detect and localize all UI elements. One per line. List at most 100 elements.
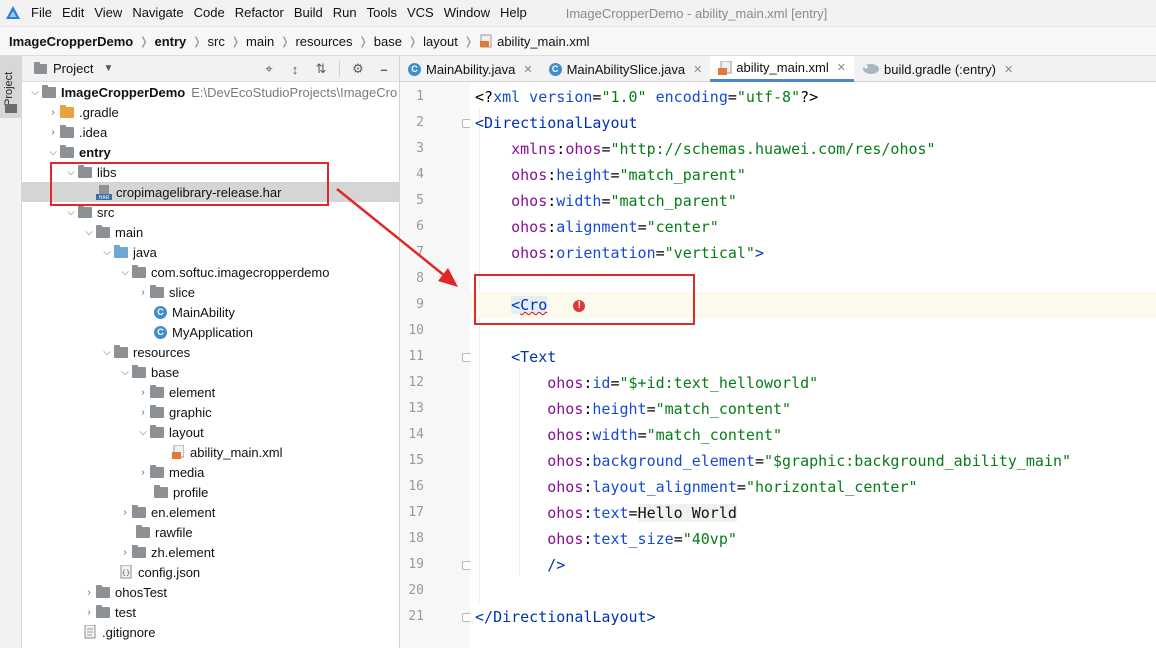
menu-view[interactable]: View — [89, 0, 127, 26]
xml-file-icon — [480, 34, 492, 48]
project-view-selector[interactable]: Project ▼ — [34, 61, 113, 76]
tree-item-slice[interactable]: › slice — [22, 282, 399, 302]
chevron-right-icon[interactable]: › — [46, 102, 60, 122]
menu-tools[interactable]: Tools — [362, 0, 402, 26]
breadcrumb-file[interactable]: ability_main.xml — [476, 34, 592, 49]
tree-item-base[interactable]: ⌵ base — [22, 362, 399, 382]
breadcrumb-resources[interactable]: resources — [292, 34, 355, 49]
tree-item-test[interactable]: › test — [22, 602, 399, 622]
menu-vcs[interactable]: VCS — [402, 0, 439, 26]
tree-item-gitignore[interactable]: .gitignore — [22, 622, 399, 642]
tree-item-layout[interactable]: ⌵ layout — [22, 422, 399, 442]
line-number: 17 — [408, 505, 424, 520]
tree-item-mainability[interactable]: C MainAbility — [22, 302, 399, 322]
tree-item-rawfile[interactable]: rawfile — [22, 522, 399, 542]
chevron-down-icon[interactable]: ⌵ — [136, 422, 150, 442]
chevron-right-icon[interactable]: › — [82, 602, 96, 622]
chevron-right-icon[interactable]: › — [118, 502, 132, 522]
close-icon[interactable]: ✕ — [523, 63, 532, 76]
menu-build[interactable]: Build — [289, 0, 328, 26]
tree-item-ohostest[interactable]: › ohosTest — [22, 582, 399, 602]
close-icon[interactable]: ✕ — [693, 63, 702, 76]
chevron-down-icon[interactable]: ⌵ — [100, 342, 114, 362]
locate-file-icon[interactable]: ⌖ — [261, 61, 277, 77]
chevron-right-icon[interactable]: › — [82, 582, 96, 602]
tree-item-graphic[interactable]: › graphic — [22, 402, 399, 422]
folder-icon — [136, 524, 150, 538]
tree-item-label: entry — [79, 144, 111, 160]
tree-item-resources[interactable]: ⌵ resources — [22, 342, 399, 362]
tab-ability-main-xml[interactable]: ability_main.xml ✕ — [710, 56, 854, 82]
close-icon[interactable]: ✕ — [1004, 63, 1013, 76]
code-line-15: ohos:background_element="$graphic:backgr… — [547, 452, 1072, 470]
breadcrumb-separator-icon: ❭ — [280, 35, 290, 48]
menu-help[interactable]: Help — [495, 0, 532, 26]
breadcrumb-base[interactable]: base — [371, 34, 405, 49]
close-icon[interactable]: ✕ — [837, 61, 846, 74]
app-logo-icon[interactable] — [0, 0, 26, 26]
tab-build-gradle[interactable]: build.gradle (:entry) ✕ — [854, 56, 1021, 82]
gear-icon[interactable]: ⚙ — [350, 61, 366, 77]
tree-item-zh-element[interactable]: › zh.element — [22, 542, 399, 562]
resources-folder-icon — [114, 344, 128, 358]
tree-item-config-json[interactable]: {} config.json — [22, 562, 399, 582]
breadcrumb-file-label: ability_main.xml — [497, 33, 590, 49]
menu-run[interactable]: Run — [328, 0, 362, 26]
folder-icon — [132, 504, 146, 518]
tree-item-label: base — [151, 364, 180, 380]
chevron-down-icon[interactable]: ⌵ — [28, 82, 42, 102]
chevron-down-icon[interactable]: ⌵ — [118, 262, 132, 282]
tree-item-package[interactable]: ⌵ com.softuc.imagecropperdemo — [22, 262, 399, 282]
tree-item-ability-main-xml[interactable]: ability_main.xml — [22, 442, 399, 462]
chevron-down-icon[interactable]: ⌵ — [46, 142, 60, 162]
breadcrumb-main[interactable]: main — [243, 34, 277, 49]
tree-item-profile[interactable]: profile — [22, 482, 399, 502]
menu-navigate[interactable]: Navigate — [127, 0, 188, 26]
collapse-all-icon[interactable]: ⇅ — [313, 61, 329, 77]
chevron-down-icon[interactable]: ⌵ — [100, 242, 114, 262]
tree-item-label: MyApplication — [172, 324, 253, 340]
tree-item-main[interactable]: ⌵ main — [22, 222, 399, 242]
chevron-right-icon[interactable]: › — [136, 382, 150, 402]
tree-item-label: MainAbility — [172, 304, 235, 320]
chevron-right-icon[interactable]: › — [136, 282, 150, 302]
tab-mainabilityslice[interactable]: C MainAbilitySlice.java ✕ — [541, 56, 711, 82]
project-tool-tab[interactable]: Project — [0, 56, 22, 118]
chevron-down-icon[interactable]: ⌵ — [82, 222, 96, 242]
breadcrumb-layout[interactable]: layout — [420, 34, 461, 49]
tab-mainability[interactable]: C MainAbility.java ✕ — [400, 56, 541, 82]
class-icon: C — [408, 62, 421, 76]
annotation-box-code — [474, 274, 695, 325]
tree-item-myapplication[interactable]: C MyApplication — [22, 322, 399, 342]
tree-item-element[interactable]: › element — [22, 382, 399, 402]
chevron-down-icon[interactable]: ⌵ — [118, 362, 132, 382]
menu-edit[interactable]: Edit — [57, 0, 89, 26]
tree-item-gradle[interactable]: › .gradle — [22, 102, 399, 122]
tree-item-entry[interactable]: ⌵ entry — [22, 142, 399, 162]
breadcrumb-src[interactable]: src — [204, 34, 227, 49]
chevron-right-icon[interactable]: › — [136, 462, 150, 482]
line-number: 1 — [416, 89, 424, 104]
code-line-14: ohos:width="match_content" — [547, 426, 783, 444]
tree-item-idea[interactable]: › .idea — [22, 122, 399, 142]
menu-refactor[interactable]: Refactor — [230, 0, 289, 26]
code-editor[interactable]: <?xml version="1.0" encoding="utf-8"?> <… — [470, 82, 1156, 648]
breadcrumb-project[interactable]: ImageCropperDemo — [6, 34, 136, 49]
menu-window[interactable]: Window — [439, 0, 495, 26]
menu-code[interactable]: Code — [189, 0, 230, 26]
menu-bar: File Edit View Navigate Code Refactor Bu… — [0, 0, 1156, 26]
breadcrumb-separator-icon: ❭ — [463, 35, 474, 48]
menu-file[interactable]: File — [26, 0, 57, 26]
tree-item-en-element[interactable]: › en.element — [22, 502, 399, 522]
tree-item-media[interactable]: › media — [22, 462, 399, 482]
chevron-right-icon[interactable]: › — [118, 542, 132, 562]
chevron-right-icon[interactable]: › — [46, 122, 60, 142]
tree-item-java[interactable]: ⌵ java — [22, 242, 399, 262]
tree-item-label: .gradle — [79, 104, 119, 120]
tree-item-root[interactable]: ⌵ ImageCropperDemo E:\DevEcoStudioProjec… — [22, 82, 399, 102]
chevron-right-icon[interactable]: › — [136, 402, 150, 422]
expand-all-icon[interactable]: ↕ — [287, 61, 303, 77]
breadcrumb-module[interactable]: entry — [151, 34, 189, 49]
minimize-icon[interactable]: – — [376, 61, 392, 77]
folder-icon — [96, 584, 110, 598]
